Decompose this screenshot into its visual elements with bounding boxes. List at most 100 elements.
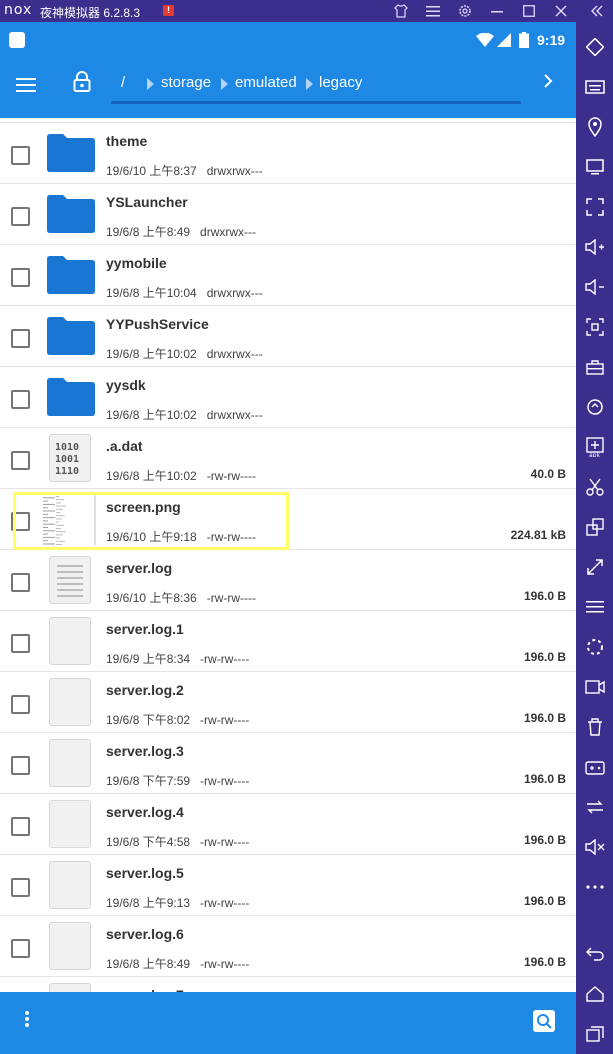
- file-row[interactable]: server.log.7: [0, 977, 576, 992]
- overflow-menu-icon[interactable]: [24, 1010, 30, 1028]
- breadcrumb-item-emulated[interactable]: emulated: [235, 74, 297, 91]
- keyboard-icon[interactable]: [576, 72, 613, 102]
- file-icon: [49, 739, 91, 787]
- emulator-title-bar: nox 夜神模拟器 6.2.8.3 !: [0, 0, 613, 22]
- mute-icon[interactable]: [576, 832, 613, 862]
- file-name: server.log.4: [106, 804, 184, 820]
- notification-icon: [9, 32, 25, 48]
- file-icon: [49, 678, 91, 726]
- location-icon[interactable]: [576, 112, 613, 142]
- selection-highlight: [13, 492, 289, 550]
- file-meta: 19/6/9 上午8:34 -rw-rw----: [106, 652, 250, 666]
- file-row[interactable]: server.log.4 19/6/8 下午4:58 -rw-rw---- 196.…: [0, 794, 576, 855]
- scissors-icon[interactable]: [576, 472, 613, 502]
- text-file-icon: [49, 556, 91, 604]
- nox-logo: nox: [4, 2, 33, 18]
- checkbox[interactable]: [11, 329, 30, 348]
- back-icon[interactable]: [576, 939, 613, 969]
- multi-window-icon[interactable]: [576, 512, 613, 542]
- trash-icon[interactable]: [576, 712, 613, 742]
- file-row[interactable]: theme 19/6/10 上午8:37 drwxrwx---: [0, 123, 576, 184]
- signal-icon: [497, 33, 511, 52]
- checkbox[interactable]: [11, 756, 30, 775]
- checkbox[interactable]: [11, 695, 30, 714]
- recent-icon[interactable]: [576, 1019, 613, 1049]
- file-row[interactable]: yymobile 19/6/8 上午10:04 drwxrwx---: [0, 245, 576, 306]
- checkbox[interactable]: [11, 146, 30, 165]
- file-row[interactable]: server.log 19/6/10 上午8:36 -rw-rw---- 196.0…: [0, 550, 576, 611]
- file-size: 196.0 B: [523, 772, 566, 786]
- file-list: theme 19/6/10 上午8:37 drwxrwx--- YSLauncher…: [0, 118, 576, 992]
- file-row[interactable]: server.log.3 19/6/8 下午7:59 -rw-rw---- 196.…: [0, 733, 576, 794]
- volume-up-icon[interactable]: [576, 232, 613, 262]
- file-row[interactable]: YSLauncher 19/6/8 上午8:49 drwxrwx---: [0, 184, 576, 245]
- checkbox[interactable]: [11, 878, 30, 897]
- file-row[interactable]: YYPushService 19/6/8 上午10:02 drwxrwx---: [0, 306, 576, 367]
- settings-icon[interactable]: [453, 0, 477, 22]
- screenshot-icon[interactable]: [576, 312, 613, 342]
- bottom-action-bar: [0, 992, 576, 1054]
- file-meta: 19/6/8 下午7:59 -rw-rw----: [106, 774, 250, 788]
- checkbox[interactable]: [11, 634, 30, 653]
- file-row[interactable]: server.log.1 19/6/9 上午8:34 -rw-rw---- 196.…: [0, 611, 576, 672]
- fullscreen-icon[interactable]: [576, 192, 613, 222]
- folder-icon: [45, 133, 97, 173]
- gamepad-icon[interactable]: [576, 752, 613, 782]
- list-icon[interactable]: [576, 592, 613, 622]
- svg-text:apk: apk: [589, 452, 600, 457]
- volume-down-icon[interactable]: [576, 272, 613, 302]
- file-meta: 19/6/10 上午8:37 drwxrwx---: [106, 164, 263, 178]
- checkbox[interactable]: [11, 451, 30, 470]
- clock: 9:19: [537, 32, 566, 48]
- file-row[interactable]: 1010 1001 1110 .a.dat 19/6/8 上午10:02 -rw-r…: [0, 428, 576, 489]
- file-row[interactable]: server.log.2 19/6/8 下午8:02 -rw-rw---- 196.…: [0, 672, 576, 733]
- file-row[interactable]: screen.png 19/6/10 上午9:18 -rw-rw---- 224.8…: [0, 489, 576, 550]
- folder-icon: [45, 377, 97, 417]
- file-name: yysdk: [106, 377, 146, 393]
- breadcrumb-root[interactable]: /: [121, 74, 125, 91]
- checkbox[interactable]: [11, 268, 30, 287]
- file-size: 196.0 B: [523, 894, 566, 908]
- shirt-icon[interactable]: [389, 0, 413, 22]
- file-size: 40.0 B: [530, 467, 566, 481]
- checkbox[interactable]: [11, 207, 30, 226]
- menu-icon[interactable]: [421, 0, 445, 22]
- video-icon[interactable]: [576, 672, 613, 702]
- expand-icon[interactable]: [576, 552, 613, 582]
- lock-icon[interactable]: [73, 71, 95, 97]
- breadcrumb-item-legacy[interactable]: legacy: [319, 74, 362, 91]
- breadcrumb-item-storage[interactable]: storage: [161, 74, 211, 91]
- file-name: server.log: [106, 560, 173, 576]
- close-icon[interactable]: [549, 0, 573, 22]
- screen-icon[interactable]: [576, 152, 613, 182]
- binary-file-icon-text: 1010 1001 1110: [55, 442, 80, 477]
- file-size: 196.0 B: [523, 833, 566, 847]
- collapse-icon[interactable]: [585, 0, 609, 22]
- checkbox[interactable]: [11, 817, 30, 836]
- maximize-icon[interactable]: [517, 0, 541, 22]
- alert-badge[interactable]: !: [163, 5, 174, 16]
- refresh-icon[interactable]: [576, 392, 613, 422]
- bag-icon[interactable]: [576, 352, 613, 382]
- loading-icon[interactable]: [576, 632, 613, 662]
- more-icon[interactable]: [576, 872, 613, 902]
- search-icon[interactable]: [533, 1010, 555, 1032]
- rotate-icon[interactable]: [576, 32, 613, 62]
- file-meta: 19/6/8 上午10:02 -rw-rw----: [106, 469, 257, 483]
- minimize-icon[interactable]: [485, 0, 509, 22]
- file-icon: [49, 800, 91, 848]
- file-row[interactable]: yysdk 19/6/8 上午10:02 drwxrwx---: [0, 367, 576, 428]
- file-row[interactable]: server.log.5 19/6/8 上午9:13 -rw-rw---- 196.…: [0, 855, 576, 916]
- checkbox[interactable]: [11, 939, 30, 958]
- file-meta: 19/6/8 上午8:49 drwxrwx---: [106, 225, 257, 239]
- checkbox[interactable]: [11, 573, 30, 592]
- emulator-sidebar: apk: [576, 22, 613, 1054]
- apk-icon[interactable]: apk: [576, 432, 613, 462]
- chevron-right-icon[interactable]: [543, 72, 553, 93]
- sync-icon[interactable]: [576, 792, 613, 822]
- file-row[interactable]: server.log.6 19/6/8 上午8:49 -rw-rw---- 196.…: [0, 916, 576, 977]
- home-icon[interactable]: [576, 979, 613, 1009]
- file-name: YYPushService: [106, 316, 209, 332]
- hamburger-menu-icon[interactable]: [16, 74, 40, 98]
- checkbox[interactable]: [11, 390, 30, 409]
